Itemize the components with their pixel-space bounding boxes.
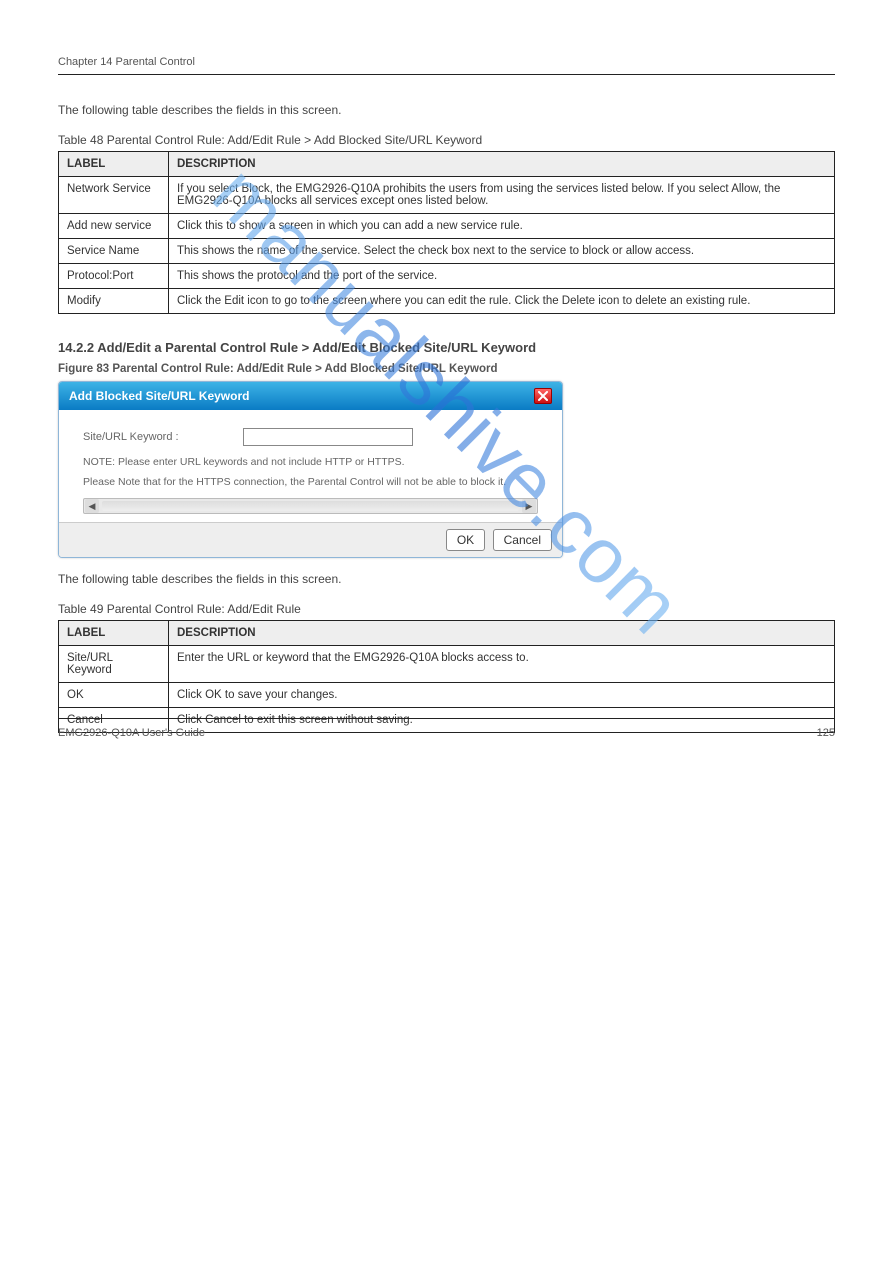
dialog-body: Site/URL Keyword : NOTE: Please enter UR…: [59, 410, 562, 522]
table-row: OK Click OK to save your changes.: [59, 683, 835, 708]
dialog-title-text: Add Blocked Site/URL Keyword: [69, 389, 249, 403]
horizontal-scrollbar[interactable]: ◀ ▶: [83, 498, 538, 514]
dialog-titlebar: Add Blocked Site/URL Keyword: [59, 382, 562, 410]
footer-guide: EMG2926-Q10A User's Guide: [58, 727, 205, 739]
cell-label: Network Service: [59, 177, 169, 214]
dialog-note-1: NOTE: Please enter URL keywords and not …: [83, 456, 538, 468]
table-row: Site/URL Keyword Enter the URL or keywor…: [59, 646, 835, 683]
cell-desc: Click the Edit icon to go to the screen …: [169, 289, 835, 314]
chapter-label: Chapter 14 Parental Control: [58, 56, 195, 68]
close-icon[interactable]: [534, 388, 552, 404]
table-caption-2: Table 49 Parental Control Rule: Add/Edit…: [58, 602, 835, 616]
section-heading-add-edit: 14.2.2 Add/Edit a Parental Control Rule …: [58, 340, 835, 355]
table-add-edit-rule: LABEL DESCRIPTION Site/URL Keyword Enter…: [58, 620, 835, 733]
intro-text: The following table describes the fields…: [58, 103, 835, 117]
table-row: Service Name This shows the name of the …: [59, 239, 835, 264]
footer-page: 125: [817, 727, 835, 739]
table-header-desc: DESCRIPTION: [169, 152, 835, 177]
cell-label: Protocol:Port: [59, 264, 169, 289]
close-icon-svg: [538, 391, 548, 401]
cell-label: OK: [59, 683, 169, 708]
cell-label: Service Name: [59, 239, 169, 264]
scrollbar-left-arrow-icon[interactable]: ◀: [85, 499, 99, 513]
table-row: Modify Click the Edit icon to go to the …: [59, 289, 835, 314]
dialog-add-blocked-site: Add Blocked Site/URL Keyword Site/URL Ke…: [58, 381, 563, 558]
cell-desc: Click this to show a screen in which you…: [169, 214, 835, 239]
dialog-note-2: Please Note that for the HTTPS connectio…: [83, 476, 538, 488]
ok-button[interactable]: OK: [446, 529, 485, 551]
cell-label: Site/URL Keyword: [59, 646, 169, 683]
table-header-label: LABEL: [59, 621, 169, 646]
cell-desc: This shows the protocol and the port of …: [169, 264, 835, 289]
keyword-input[interactable]: [243, 428, 413, 446]
cancel-button[interactable]: Cancel: [493, 529, 552, 551]
page-footer: EMG2926-Q10A User's Guide 125: [58, 718, 835, 739]
cell-desc: This shows the name of the service. Sele…: [169, 239, 835, 264]
table-row: Protocol:Port This shows the protocol an…: [59, 264, 835, 289]
figure-caption: Figure 83 Parental Control Rule: Add/Edi…: [58, 363, 835, 375]
table-header-label: LABEL: [59, 152, 169, 177]
scrollbar-right-arrow-icon[interactable]: ▶: [522, 499, 536, 513]
dialog-footer: OK Cancel: [59, 522, 562, 557]
dialog-input-row: Site/URL Keyword :: [83, 428, 538, 446]
page-header: Chapter 14 Parental Control: [58, 56, 835, 75]
table-caption-1: Table 48 Parental Control Rule: Add/Edit…: [58, 133, 835, 147]
table-row: Add new service Click this to show a scr…: [59, 214, 835, 239]
cell-label: Modify: [59, 289, 169, 314]
cell-label: Add new service: [59, 214, 169, 239]
keyword-label: Site/URL Keyword :: [83, 431, 243, 443]
table-parental-rule: LABEL DESCRIPTION Network Service If you…: [58, 151, 835, 314]
cell-desc: If you select Block, the EMG2926-Q10A pr…: [169, 177, 835, 214]
cell-desc: Click OK to save your changes.: [169, 683, 835, 708]
table-row: Network Service If you select Block, the…: [59, 177, 835, 214]
table-header-desc: DESCRIPTION: [169, 621, 835, 646]
section2-intro: The following table describes the fields…: [58, 572, 835, 586]
page-container: Chapter 14 Parental Control The followin…: [0, 0, 893, 799]
scrollbar-track[interactable]: [102, 501, 519, 511]
cell-desc: Enter the URL or keyword that the EMG292…: [169, 646, 835, 683]
